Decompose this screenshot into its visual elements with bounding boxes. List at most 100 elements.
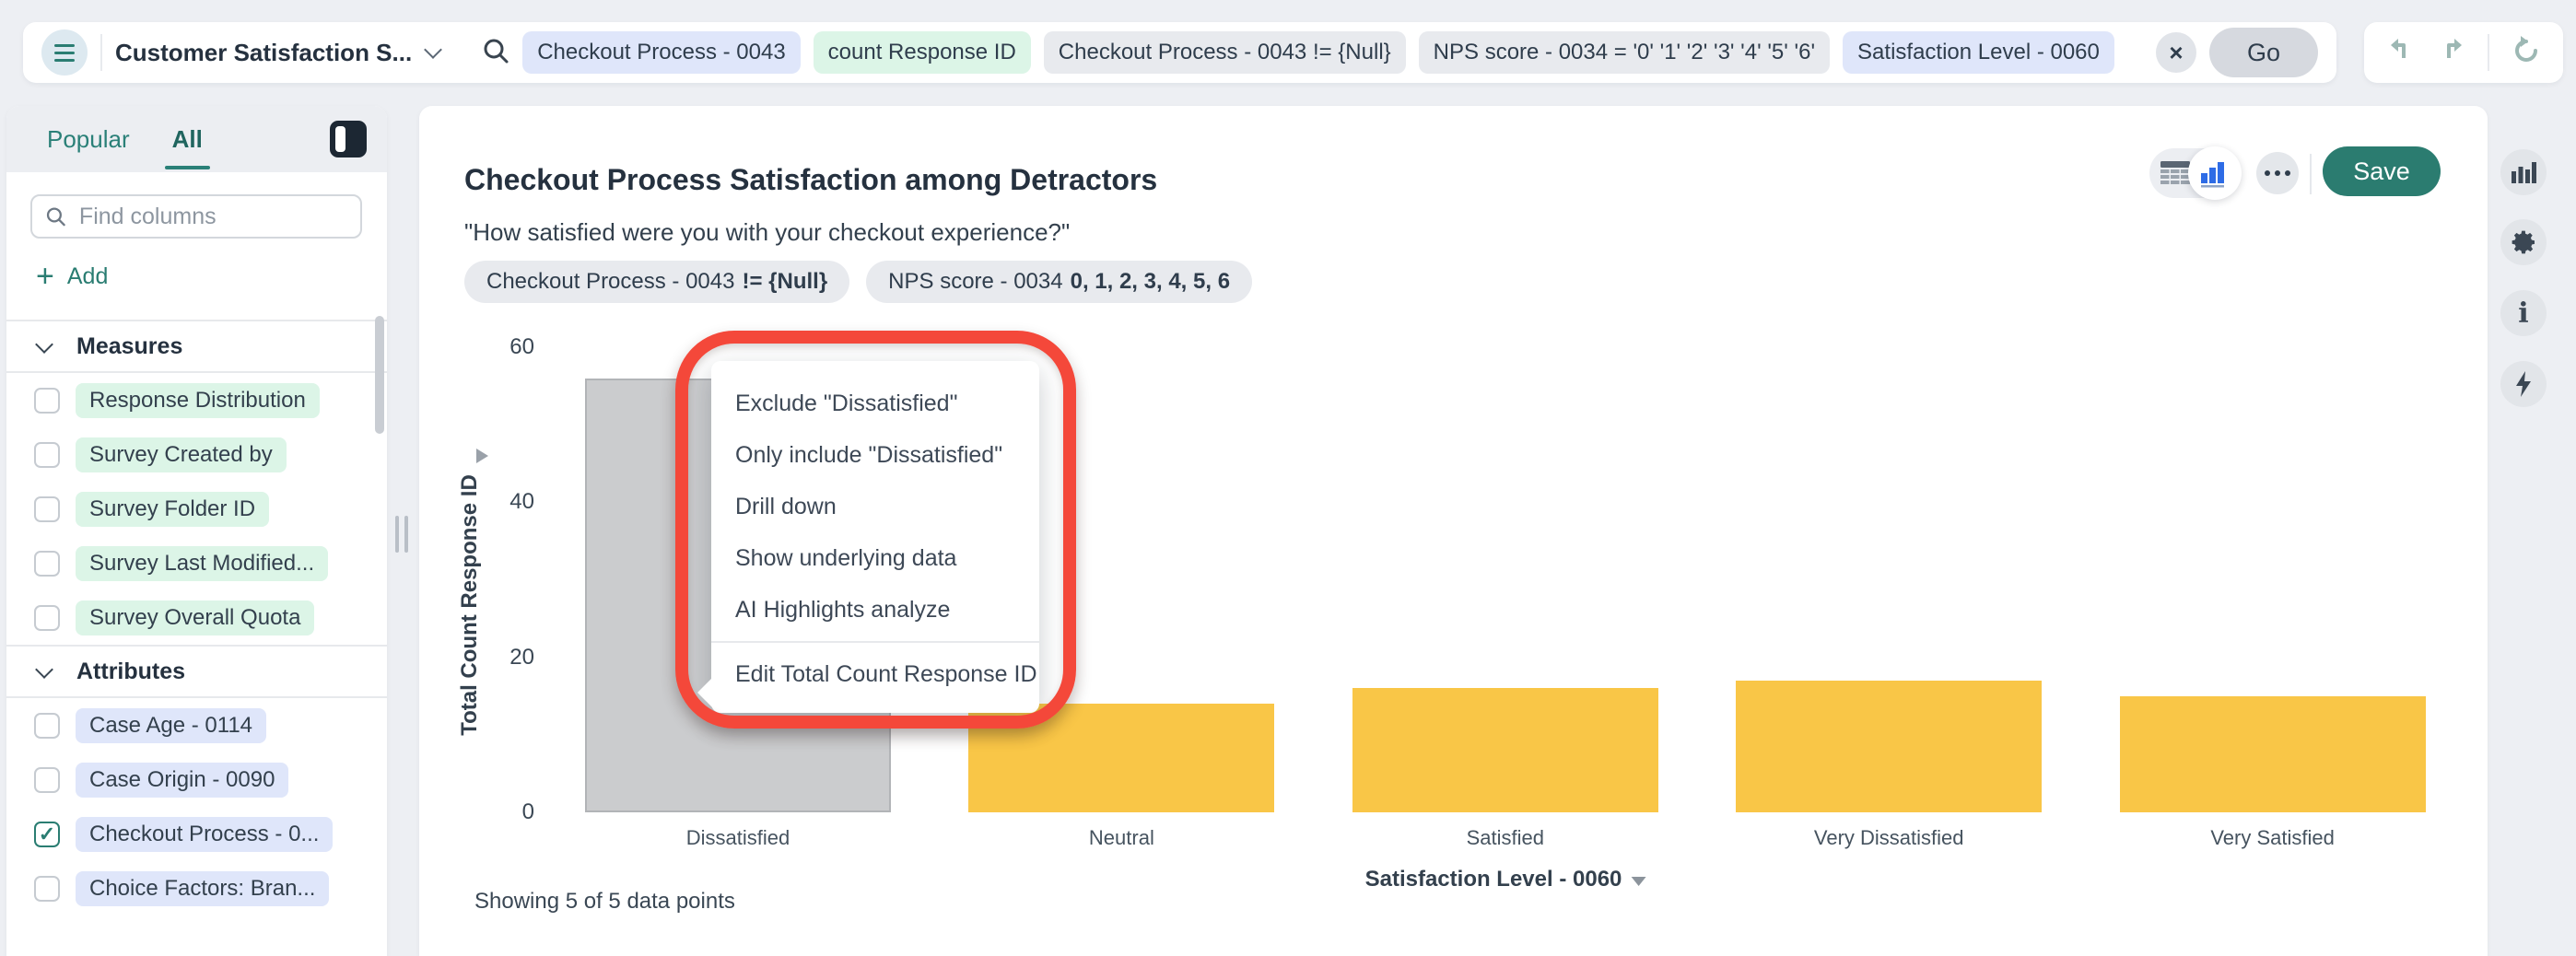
save-button[interactable]: Save [2323, 146, 2441, 196]
column-sidebar: Popular All + Add Measures Response Distr… [6, 106, 387, 956]
axis-sort-arrow-icon[interactable] [476, 449, 488, 463]
x-tick-label: Very Satisfied [2210, 826, 2335, 849]
history-bar [2364, 22, 2563, 83]
x-tick-label: Satisfied [1466, 826, 1544, 849]
column-list: Measures Response Distribution Survey Crea… [6, 320, 387, 915]
sidebar-scrollbar[interactable] [375, 316, 384, 434]
menu-icon[interactable] [41, 29, 88, 76]
list-item: Survey Created by [6, 427, 387, 482]
x-axis-dimension-selector[interactable]: Satisfaction Level - 0060 [1365, 867, 1646, 892]
panel-resize-handle[interactable] [395, 516, 408, 553]
search-token[interactable]: Checkout Process - 0043 != {Null} [1043, 31, 1406, 74]
column-pill[interactable]: Checkout Process - 0... [76, 816, 334, 852]
bar-slot [2081, 347, 2465, 812]
chart-view-icon[interactable] [2188, 146, 2242, 200]
app-window: Customer Satisfaction S... Checkout Proc… [0, 0, 2576, 956]
y-tick-label: 40 [509, 489, 534, 515]
menu-item[interactable]: Exclude "Dissatisfied" [711, 378, 1039, 429]
checkbox[interactable] [34, 441, 60, 468]
search-token[interactable]: NPS score - 0034 = '0' '1' '2' '3' '4' '… [1418, 31, 1831, 74]
checkbox[interactable] [34, 387, 60, 414]
list-item: Survey Overall Quota [6, 590, 387, 645]
plus-icon: + [36, 259, 54, 294]
filter-chip[interactable]: NPS score - 0034 0, 1, 2, 3, 4, 5, 6 [866, 261, 1253, 303]
search-token[interactable]: Checkout Process - 0043 [522, 31, 801, 74]
checkbox[interactable] [34, 604, 60, 631]
column-pill[interactable]: Survey Created by [76, 437, 287, 472]
checkbox[interactable] [34, 875, 60, 902]
x-tick-label: Neutral [1088, 826, 1154, 849]
search-token[interactable]: Satisfaction Level - 0060 [1843, 31, 2114, 74]
checkbox[interactable]: ✓ [34, 821, 60, 847]
column-pill[interactable]: Survey Folder ID [76, 491, 270, 527]
list-item: Choice Factors: Bran... [6, 861, 387, 915]
redo-icon[interactable] [2436, 34, 2469, 72]
top-toolbar: Customer Satisfaction S... Checkout Proc… [23, 22, 2336, 83]
tab-all[interactable]: All [164, 125, 211, 169]
y-axis-title[interactable]: Total Count Response ID [457, 474, 483, 736]
info-icon: i [2518, 297, 2529, 330]
menu-item[interactable]: Only include "Dissatisfied" [711, 429, 1039, 481]
toolbar-divider [100, 34, 102, 71]
gear-icon [2512, 230, 2535, 254]
section-header-attributes[interactable]: Attributes [6, 647, 387, 696]
filter-chip-row: Checkout Process - 0043 != {Null} NPS sc… [464, 261, 1253, 303]
collapse-sidebar-icon[interactable] [330, 121, 367, 157]
column-pill[interactable]: Choice Factors: Bran... [76, 870, 330, 906]
bar-satisfied[interactable] [1352, 688, 1658, 812]
bar-neutral[interactable] [968, 704, 1275, 812]
menu-item[interactable]: Show underlying data [711, 532, 1039, 584]
filter-chip-value: != {Null} [742, 269, 828, 294]
tab-popular[interactable]: Popular [47, 125, 130, 154]
column-pill[interactable]: Survey Overall Quota [76, 600, 315, 635]
chart-tools-button[interactable] [2500, 149, 2547, 195]
header-divider [2310, 154, 2312, 194]
checkbox[interactable] [34, 495, 60, 522]
section-header-measures[interactable]: Measures [6, 321, 387, 371]
more-options-button[interactable] [2256, 152, 2299, 194]
x-tick-label: Dissatisfied [685, 826, 790, 849]
bar-slot [1697, 347, 2080, 812]
data-points-note: Showing 5 of 5 data points [474, 889, 735, 914]
checkbox[interactable] [34, 766, 60, 793]
filter-chip[interactable]: Checkout Process - 0043 != {Null} [464, 261, 850, 303]
search-token-list: Checkout Process - 0043 count Response ID… [522, 31, 2114, 74]
list-item: Case Origin - 0090 [6, 752, 387, 807]
menu-item[interactable]: AI Highlights analyze [711, 584, 1039, 635]
settings-button[interactable] [2500, 219, 2547, 265]
y-tick-label: 0 [521, 799, 534, 824]
chevron-down-icon [1631, 876, 1646, 886]
page-title: Checkout Process Satisfaction among Detr… [464, 163, 1158, 196]
column-pill[interactable]: Case Origin - 0090 [76, 762, 289, 798]
filter-chip-value: 0, 1, 2, 3, 4, 5, 6 [1070, 269, 1231, 294]
search-token[interactable]: count Response ID [813, 31, 1031, 74]
ai-actions-button[interactable] [2500, 361, 2547, 407]
menu-item[interactable]: Edit Total Count Response ID [711, 648, 1039, 700]
chevron-down-icon [35, 660, 53, 679]
checkbox[interactable] [34, 550, 60, 577]
add-column-button[interactable]: + Add [36, 261, 108, 292]
table-view-icon[interactable] [2160, 161, 2190, 191]
go-button[interactable]: Go [2209, 28, 2318, 77]
chart-subtitle: "How satisfied were you with your checko… [464, 218, 1071, 246]
find-columns-input[interactable] [76, 202, 347, 231]
info-button[interactable]: i [2500, 290, 2547, 336]
bar-very-dissatisfied[interactable] [1736, 680, 2043, 812]
bar-slot [1314, 347, 1697, 812]
column-pill[interactable]: Case Age - 0114 [76, 707, 267, 743]
view-toggle [2149, 146, 2242, 200]
refresh-icon[interactable] [2509, 33, 2544, 73]
undo-icon[interactable] [2383, 34, 2417, 72]
column-pill[interactable]: Survey Last Modified... [76, 545, 329, 581]
section-title: Measures [76, 332, 183, 359]
checkbox[interactable] [34, 712, 60, 739]
bar-very-satisfied[interactable] [2119, 695, 2426, 812]
clear-search-button[interactable]: × [2156, 32, 2196, 73]
context-menu: Exclude "Dissatisfied" Only include "Diss… [697, 361, 1039, 713]
chevron-down-icon [35, 335, 53, 354]
chevron-down-icon[interactable] [424, 41, 443, 59]
menu-item[interactable]: Drill down [711, 481, 1039, 532]
search-icon [46, 207, 65, 227]
menu-divider [711, 641, 1039, 643]
column-pill[interactable]: Response Distribution [76, 382, 320, 418]
